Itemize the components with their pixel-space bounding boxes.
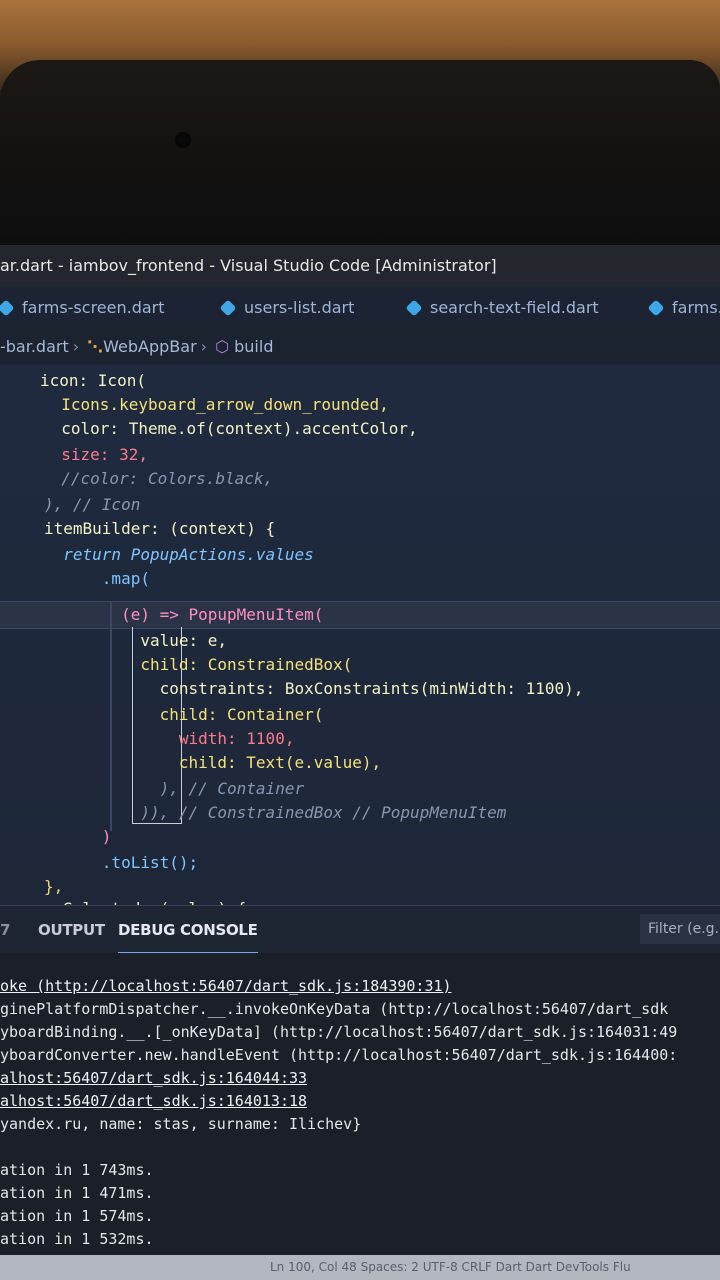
code-line-9: .map( — [44, 569, 150, 588]
dart-file-icon — [219, 299, 237, 317]
console-line-9: ation in 1 743ms. — [0, 1161, 154, 1179]
panel-tabs: 7 OUTPUT DEBUG CONSOLE Filter (e.g. t — [0, 905, 720, 954]
code-line-4: size: 32, — [42, 445, 148, 464]
breadcrumb-method[interactable]: build — [234, 337, 273, 356]
code-line-6: ), // Icon — [44, 495, 141, 514]
chevron-right-icon: › — [72, 337, 80, 356]
editor-tabs: farms-screen.dart users-list.dart search… — [0, 287, 720, 329]
panel-side-mark: 7 — [0, 921, 11, 939]
monitor-bezel — [0, 60, 720, 250]
status-text: Ln 100, Col 48 Spaces: 2 UTF-8 CRLF Dart… — [270, 1260, 631, 1274]
code-line-13: constraints: BoxConstraints(minWidth: 11… — [44, 679, 584, 698]
chevron-right-icon: › — [200, 337, 208, 356]
debug-console-output[interactable]: oke (http://localhost:56407/dart_sdk.js:… — [0, 953, 720, 1280]
console-line-7: yandex.ru, name: stas, surname: Ilichev} — [0, 1115, 362, 1133]
tab-label: search-text-field.dart — [430, 298, 599, 317]
console-line-4[interactable]: yboardConverter.new.handleEvent (http://… — [0, 1044, 677, 1066]
breadcrumb: -bar.dart › ⋱WebAppBar › ⬡ build — [0, 329, 720, 365]
console-line-6[interactable]: alhost:56407/dart_sdk.js:164013:18 — [0, 1090, 307, 1112]
window-title: ar.dart - iambov_frontend - Visual Studi… — [0, 256, 497, 275]
console-filter-input[interactable]: Filter (e.g. t — [640, 914, 720, 944]
code-line-10: (e) => PopupMenuItem( — [44, 605, 324, 624]
code-line-2: Icons.keyboard_arrow_down_rounded, — [42, 395, 389, 414]
title-bar: ar.dart - iambov_frontend - Visual Studi… — [0, 245, 720, 287]
code-editor[interactable]: icon: Icon( Icons.keyboard_arrow_down_ro… — [0, 365, 720, 918]
console-line-3[interactable]: yboardBinding.__.[_onKeyData] (http://lo… — [0, 1021, 677, 1043]
console-line-1[interactable]: oke (http://localhost:56407/dart_sdk.js:… — [0, 975, 452, 997]
code-line-12: child: ConstrainedBox( — [44, 655, 353, 674]
dart-file-icon — [405, 299, 423, 317]
method-cube-icon: ⬡ — [215, 337, 230, 356]
console-line-12: ation in 1 532ms. — [0, 1230, 154, 1248]
code-line-1: icon: Icon( — [40, 371, 146, 390]
tab-users-list[interactable]: users-list.dart — [219, 287, 355, 329]
code-line-21: }, — [44, 877, 64, 896]
code-line-15: width: 1100, — [44, 729, 295, 748]
code-line-18: )), // ConstrainedBox // PopupMenuItem — [44, 803, 507, 822]
vscode-window: ar.dart - iambov_frontend - Visual Studi… — [0, 245, 720, 1280]
code-line-3: color: Theme.of(context).accentColor, — [42, 419, 418, 438]
dart-file-icon — [647, 299, 665, 317]
code-line-14: child: Container( — [44, 705, 324, 724]
code-line-19: ) — [44, 827, 112, 846]
breadcrumb-class[interactable]: WebAppBar — [103, 337, 197, 356]
code-line-16: child: Text(e.value), — [44, 753, 382, 772]
console-line-2[interactable]: ginePlatformDispatcher.__.invokeOnKeyDat… — [0, 998, 668, 1020]
code-line-5: //color: Colors.black, — [42, 469, 274, 488]
tab-label: farms. — [672, 298, 720, 317]
tab-label: farms-screen.dart — [22, 298, 165, 317]
code-line-8: return PopupActions.values — [44, 545, 314, 564]
tab-farms-screen[interactable]: farms-screen.dart — [0, 287, 165, 329]
webcam — [175, 132, 191, 148]
console-line-11: ation in 1 574ms. — [0, 1207, 154, 1225]
console-line-10: ation in 1 471ms. — [0, 1184, 154, 1202]
tab-search-text-field[interactable]: search-text-field.dart — [405, 287, 599, 329]
tab-debug-console[interactable]: DEBUG CONSOLE — [118, 906, 258, 954]
code-line-17: ), // Container — [44, 779, 305, 798]
code-line-11: value: e, — [44, 631, 228, 650]
code-line-20: .toList(); — [44, 853, 199, 872]
dart-file-icon — [0, 299, 15, 317]
status-bar: Ln 100, Col 48 Spaces: 2 UTF-8 CRLF Dart… — [0, 1255, 720, 1280]
class-icon: ⋱ — [87, 337, 104, 356]
tab-output[interactable]: OUTPUT — [38, 906, 105, 954]
tab-farms[interactable]: farms. — [647, 287, 720, 329]
tab-label: users-list.dart — [244, 298, 355, 317]
console-line-5[interactable]: alhost:56407/dart_sdk.js:164044:33 — [0, 1067, 307, 1089]
breadcrumb-file[interactable]: -bar.dart — [0, 337, 69, 356]
code-line-7: itemBuilder: (context) { — [44, 519, 276, 538]
